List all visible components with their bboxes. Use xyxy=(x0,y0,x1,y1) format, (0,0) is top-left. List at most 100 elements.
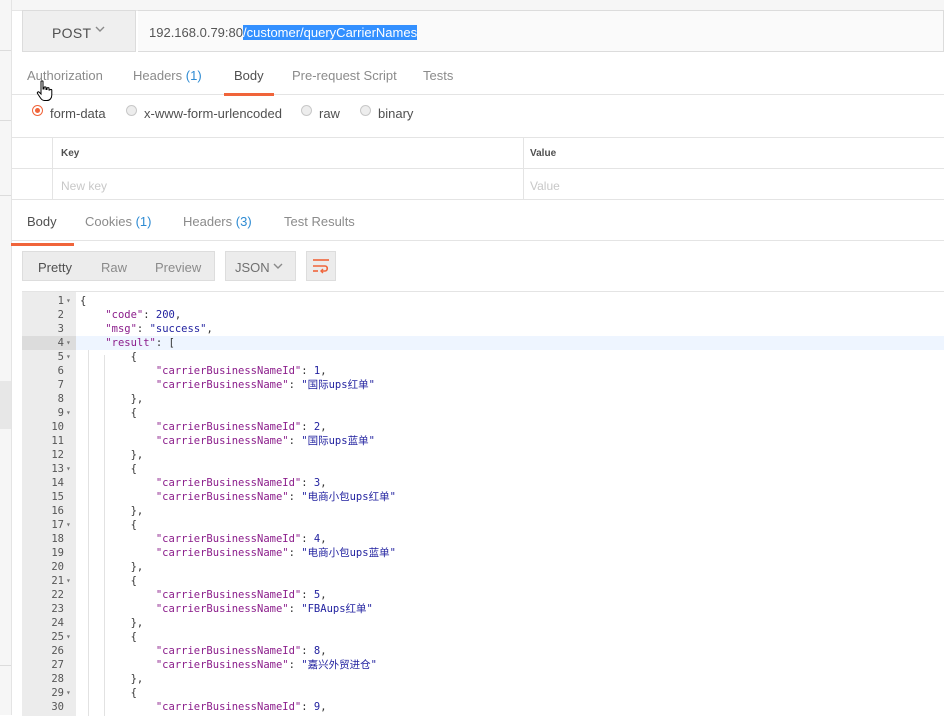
code-line: 11 "carrierBusinessName": "国际ups蓝单" xyxy=(22,434,944,448)
url-path-selected: /customer/queryCarrierNames xyxy=(242,25,418,40)
tab-body[interactable]: Body xyxy=(224,68,274,96)
code-line: 23 "carrierBusinessName": "FBAups红单" xyxy=(22,602,944,616)
code-text: "result": [ xyxy=(80,336,175,350)
tab-count: (3) xyxy=(235,214,252,229)
format-label: JSON xyxy=(235,260,270,275)
line-number-cell: 15 xyxy=(22,490,76,504)
json-string: "国际ups蓝单" xyxy=(301,435,375,447)
chevron-down-icon xyxy=(273,263,283,269)
json-key: "result" xyxy=(105,337,156,349)
line-number-cell: 21 ▾ xyxy=(22,574,76,588)
json-punct: }, xyxy=(130,561,144,573)
active-tab-underline xyxy=(224,93,274,96)
fold-toggle-icon[interactable]: ▾ xyxy=(66,336,71,350)
line-number: 28 xyxy=(51,673,64,685)
code-line: 27 "carrierBusinessName": "嘉兴外贸进仓" xyxy=(22,658,944,672)
json-string: "嘉兴外贸进仓" xyxy=(301,659,377,671)
json-string: "success" xyxy=(149,323,207,335)
code-line: 5 ▾ { xyxy=(22,350,944,364)
tab-response-headers[interactable]: Headers (3) xyxy=(183,214,252,229)
code-text: { xyxy=(80,630,137,644)
view-preview-button[interactable]: Preview xyxy=(155,260,201,275)
json-key: "carrierBusinessName" xyxy=(155,379,289,391)
line-number: 16 xyxy=(51,505,64,517)
json-punct: : xyxy=(288,659,302,671)
value-input[interactable]: Value xyxy=(530,179,560,193)
line-number-cell: 19 xyxy=(22,546,76,560)
tab-pre-request-script[interactable]: Pre-request Script xyxy=(292,68,397,83)
line-number-cell: 20 xyxy=(22,560,76,574)
line-number-cell: 27 xyxy=(22,658,76,672)
radio-label: raw xyxy=(319,106,340,121)
fold-toggle-icon[interactable]: ▾ xyxy=(66,350,71,364)
code-text: "carrierBusinessNameId": 1, xyxy=(80,364,327,378)
value-header: Value xyxy=(530,148,557,159)
tab-label: Test Results xyxy=(284,214,355,229)
url-input[interactable]: 192.168.0.79:80/customer/queryCarrierNam… xyxy=(138,10,944,52)
line-number-cell: 22 xyxy=(22,588,76,602)
code-text: "carrierBusinessName": "国际ups蓝单" xyxy=(80,434,375,448)
line-number: 22 xyxy=(51,589,64,601)
code-line: 16 }, xyxy=(22,504,944,518)
json-key: "carrierBusinessNameId" xyxy=(155,645,302,657)
radio-unselected-icon xyxy=(301,105,312,116)
code-text: "carrierBusinessNameId": 8, xyxy=(80,644,327,658)
json-key: "code" xyxy=(105,309,144,321)
code-text: "carrierBusinessNameId": 3, xyxy=(80,476,327,490)
code-text: }, xyxy=(80,448,144,462)
json-key: "carrierBusinessNameId" xyxy=(155,421,302,433)
code-text: { xyxy=(80,518,137,532)
key-input[interactable]: New key xyxy=(53,169,524,199)
tab-cookies[interactable]: Cookies (1) xyxy=(85,214,151,229)
radio-unselected-icon xyxy=(360,105,371,116)
chevron-down-icon xyxy=(95,26,105,32)
line-number: 30 xyxy=(51,701,64,713)
radio-label: form-data xyxy=(50,106,106,121)
key-placeholder: New key xyxy=(61,179,108,193)
fold-toggle-icon[interactable]: ▾ xyxy=(66,518,71,532)
wrap-lines-icon xyxy=(313,259,329,274)
tab-tests[interactable]: Tests xyxy=(423,68,453,83)
json-punct: { xyxy=(130,575,137,587)
line-number-cell: 8 xyxy=(22,392,76,406)
line-number-cell: 3 xyxy=(22,322,76,336)
json-punct: { xyxy=(80,295,87,307)
format-dropdown[interactable]: JSON xyxy=(225,251,296,281)
view-pretty-button[interactable]: Pretty xyxy=(38,260,72,275)
tab-response-body[interactable]: Body xyxy=(11,214,74,246)
fold-toggle-icon[interactable]: ▾ xyxy=(66,294,71,308)
view-mode-segmented: Pretty Raw Preview xyxy=(22,251,215,281)
line-number: 3 xyxy=(57,323,64,335)
line-number: 1 xyxy=(57,295,64,307)
code-line: 22 "carrierBusinessNameId": 5, xyxy=(22,588,944,602)
code-text: "msg": "success", xyxy=(80,322,213,336)
view-raw-button[interactable]: Raw xyxy=(101,260,127,275)
response-body-editor[interactable]: 1 ▾{2 "code": 200, 3 "msg": "success", 4 ▾ "… xyxy=(22,291,944,716)
url-base: 192.168.0.79:80 xyxy=(149,25,243,40)
line-number: 10 xyxy=(51,421,64,433)
code-text: }, xyxy=(80,560,144,574)
code-text: { xyxy=(80,686,137,700)
left-panel-selected-item[interactable] xyxy=(0,381,11,429)
fold-toggle-icon[interactable]: ▾ xyxy=(66,406,71,420)
json-punct: : [ xyxy=(155,337,175,349)
line-number: 8 xyxy=(57,393,64,405)
fold-toggle-icon[interactable]: ▾ xyxy=(66,630,71,644)
code-line: 1 ▾ { xyxy=(22,294,944,308)
line-number: 17 xyxy=(51,519,64,531)
line-number: 14 xyxy=(51,477,64,489)
wrap-lines-button[interactable] xyxy=(306,251,336,281)
tab-headers[interactable]: Headers (1) xyxy=(133,68,202,83)
tab-label: Tests xyxy=(423,68,454,83)
fold-toggle-icon[interactable]: ▾ xyxy=(66,462,71,476)
fold-toggle-icon[interactable]: ▾ xyxy=(66,686,71,700)
left-panel-divider xyxy=(0,665,11,666)
line-number-cell: 2 xyxy=(22,308,76,322)
json-punct: { xyxy=(130,519,137,531)
line-number-cell: 23 xyxy=(22,602,76,616)
method-label: POST xyxy=(52,25,92,41)
tab-test-results[interactable]: Test Results xyxy=(284,214,355,229)
line-number-cell: 16 xyxy=(22,504,76,518)
fold-toggle-icon[interactable]: ▾ xyxy=(66,574,71,588)
method-dropdown[interactable]: POST xyxy=(22,10,136,52)
